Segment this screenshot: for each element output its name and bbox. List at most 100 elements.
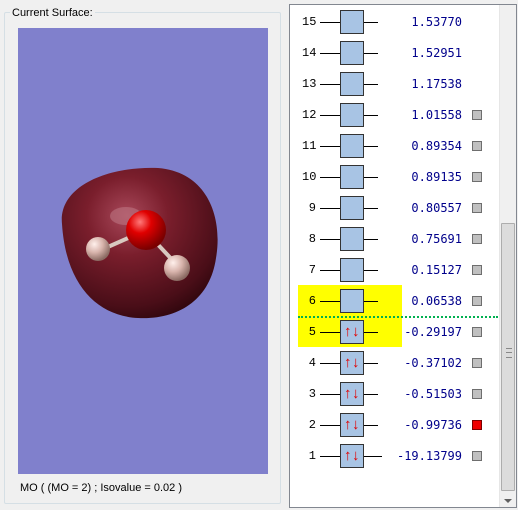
mo-number: 14 — [302, 46, 317, 60]
mo-level-line-right — [364, 146, 378, 147]
mo-number: 12 — [302, 108, 317, 122]
mo-energy: 1.52951 — [411, 46, 462, 60]
mo-level-line-left — [320, 53, 340, 54]
spin-up-arrow-icon: ↑ — [344, 323, 352, 340]
mo-surface-toggle[interactable] — [472, 358, 482, 368]
mo-row-5[interactable]: 5 ↑ ↓ -0.29197 — [290, 316, 500, 347]
spin-down-arrow-icon: ↓ — [352, 354, 360, 371]
mo-row-11[interactable]: 11 0.89354 — [290, 134, 500, 158]
mo-level-line-left — [320, 239, 340, 240]
occupied-orbital-box[interactable]: ↑ ↓ — [340, 320, 364, 344]
mo-energy: 0.89354 — [411, 139, 462, 153]
virtual-orbital-box[interactable] — [340, 10, 364, 34]
mo-surface-toggle[interactable] — [472, 141, 482, 151]
mo-surface-toggle[interactable] — [472, 203, 482, 213]
virtual-orbital-box[interactable] — [340, 41, 364, 65]
mo-level-line-left — [320, 301, 340, 302]
mo-surface-toggle[interactable] — [472, 265, 482, 275]
mo-energy: -19.13799 — [396, 449, 462, 463]
mo-level-line-right — [364, 115, 378, 116]
mo-energy: 0.80557 — [411, 201, 462, 215]
mo-level-line-right — [364, 84, 378, 85]
mo-row-4[interactable]: 4 ↑ ↓ -0.37102 — [290, 351, 500, 375]
mo-number: 15 — [302, 15, 317, 29]
mo-row-15[interactable]: 15 1.53770 — [290, 10, 500, 34]
mo-surface-toggle[interactable] — [472, 327, 482, 337]
mo-number: 10 — [302, 170, 317, 184]
occupied-orbital-box[interactable]: ↑ ↓ — [340, 413, 364, 437]
mo-row-7[interactable]: 7 0.15127 — [290, 258, 500, 282]
spin-up-arrow-icon: ↑ — [344, 416, 352, 433]
mo-energy: -0.37102 — [404, 356, 462, 370]
mo-level-line-right — [364, 456, 382, 457]
mo-row-12[interactable]: 12 1.01558 — [290, 103, 500, 127]
mo-row-1[interactable]: 1 ↑ ↓ -19.13799 — [290, 444, 500, 468]
mo-level-line-left — [320, 363, 340, 364]
virtual-orbital-box[interactable] — [340, 227, 364, 251]
mo-level-line-left — [320, 208, 340, 209]
surface-viewport[interactable] — [18, 28, 268, 474]
mo-level-line-left — [320, 270, 340, 271]
mo-energy: -0.99736 — [404, 418, 462, 432]
spin-down-arrow-icon: ↓ — [352, 385, 360, 402]
virtual-orbital-box[interactable] — [340, 72, 364, 96]
mo-energy: 1.53770 — [411, 15, 462, 29]
mo-level-line-left — [320, 84, 340, 85]
mo-level-line-left — [320, 146, 340, 147]
mo-number: 4 — [308, 356, 316, 370]
mo-row-3[interactable]: 3 ↑ ↓ -0.51503 — [290, 382, 500, 406]
surface-status: MO ( (MO = 2) ; Isovalue = 0.02 ) — [20, 482, 182, 494]
mo-level-line-left — [320, 394, 340, 395]
virtual-orbital-box[interactable] — [340, 165, 364, 189]
spin-down-arrow-icon: ↓ — [352, 447, 360, 464]
mo-diagram-panel[interactable]: 15 1.53770 14 1.52951 13 1.17538 12 1.01558 11 0.… — [289, 4, 517, 508]
mo-energy: 0.15127 — [411, 263, 462, 277]
oxygen-atom — [126, 210, 166, 250]
spin-up-arrow-icon: ↑ — [344, 385, 352, 402]
scroll-grip-icon — [506, 348, 512, 358]
mo-energy: -0.51503 — [404, 387, 462, 401]
mo-level-line-left — [320, 115, 340, 116]
mo-energy: 0.06538 — [411, 294, 462, 308]
scroll-down-arrow-icon[interactable] — [504, 499, 512, 503]
mo-surface-toggle[interactable] — [472, 110, 482, 120]
mo-row-9[interactable]: 9 0.80557 — [290, 196, 500, 220]
virtual-orbital-box[interactable] — [340, 103, 364, 127]
mo-level-line-right — [364, 22, 378, 23]
mo-surface-toggle[interactable] — [472, 234, 482, 244]
occupied-orbital-box[interactable]: ↑ ↓ — [340, 351, 364, 375]
virtual-orbital-box[interactable] — [340, 196, 364, 220]
mo-number: 9 — [308, 201, 316, 215]
hydrogen-atom-2 — [164, 255, 190, 281]
mo-surface-toggle[interactable] — [472, 389, 482, 399]
spin-down-arrow-icon: ↓ — [352, 416, 360, 433]
mo-level-line-right — [364, 394, 378, 395]
spin-down-arrow-icon: ↓ — [352, 323, 360, 340]
mo-surface-toggle-active[interactable] — [472, 420, 482, 430]
mo-row-6[interactable]: 6 0.06538 — [290, 285, 500, 316]
mo-surface-toggle[interactable] — [472, 451, 482, 461]
mo-row-14[interactable]: 14 1.52951 — [290, 41, 500, 65]
mo-surface-toggle[interactable] — [472, 296, 482, 306]
mo-row-13[interactable]: 13 1.17538 — [290, 72, 500, 96]
mo-number: 13 — [302, 77, 317, 91]
mo-row-8[interactable]: 8 0.75691 — [290, 227, 500, 251]
mo-row-10[interactable]: 10 0.89135 — [290, 165, 500, 189]
mo-level-line-right — [364, 270, 378, 271]
hydrogen-atom-1 — [86, 237, 110, 261]
mo-surface-toggle[interactable] — [472, 172, 482, 182]
occupied-orbital-box[interactable]: ↑ ↓ — [340, 382, 364, 406]
mo-level-line-right — [364, 239, 378, 240]
virtual-orbital-box[interactable] — [340, 258, 364, 282]
mo-number: 11 — [302, 139, 317, 153]
mo-level-line-right — [364, 208, 378, 209]
virtual-orbital-box[interactable] — [340, 289, 364, 313]
mo-number: 5 — [308, 325, 316, 339]
mo-row-2[interactable]: 2 ↑ ↓ -0.99736 — [290, 413, 500, 437]
vertical-scrollbar[interactable] — [499, 5, 516, 507]
scroll-thumb[interactable] — [501, 223, 515, 491]
virtual-orbital-box[interactable] — [340, 134, 364, 158]
spin-up-arrow-icon: ↑ — [344, 354, 352, 371]
current-surface-label: Current Surface: — [10, 6, 95, 20]
occupied-orbital-box[interactable]: ↑ ↓ — [340, 444, 364, 468]
